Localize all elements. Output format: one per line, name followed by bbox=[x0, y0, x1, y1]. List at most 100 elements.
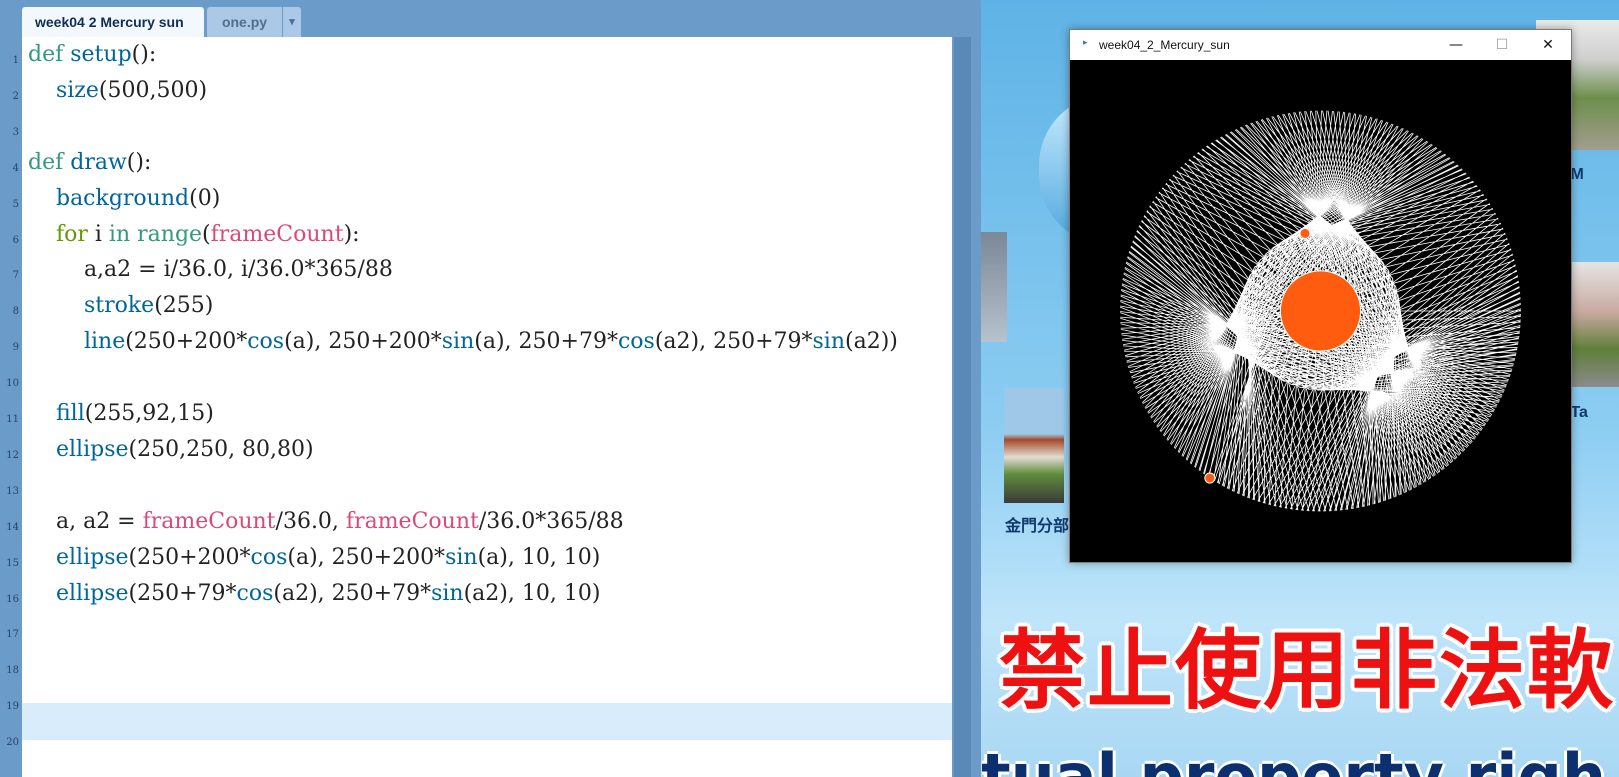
tab-one-py[interactable]: one.py bbox=[207, 7, 282, 37]
line-number: 19 bbox=[6, 701, 19, 713]
line-number: 5 bbox=[12, 198, 19, 210]
line-number: 6 bbox=[12, 234, 19, 246]
earth-dot bbox=[1204, 472, 1216, 484]
code-line[interactable]: ellipse(250,250, 80,80) bbox=[28, 437, 314, 463]
code-token: background bbox=[55, 185, 190, 211]
warning-banner-line2: tual property righ bbox=[981, 740, 1606, 777]
code-token: (250,250, 80,80) bbox=[128, 436, 314, 462]
warning-banner: 禁止使用非法軟 bbox=[999, 621, 1615, 721]
code-token: (a), 250+200* bbox=[284, 329, 442, 355]
code-token: /36.0, bbox=[275, 508, 346, 534]
current-line-highlight bbox=[22, 703, 952, 740]
sun-circle bbox=[1279, 270, 1362, 352]
line-number: 16 bbox=[6, 593, 19, 605]
code-token: a,a2 = i/36.0, i/36.0*365/88 bbox=[28, 257, 393, 283]
tab-week04-mercury-sun[interactable]: week04 2 Mercury sun bbox=[22, 7, 204, 37]
code-token: (250+200* bbox=[128, 544, 251, 570]
line-number: 13 bbox=[6, 485, 19, 497]
code-line[interactable]: ellipse(250+79*cos(a2), 250+79*sin(a2), … bbox=[28, 581, 600, 607]
code-line[interactable]: a,a2 = i/36.0, i/36.0*365/88 bbox=[28, 257, 393, 283]
code-token: (a2), 250+79* bbox=[273, 580, 432, 606]
code-token: cos bbox=[236, 580, 274, 606]
code-line[interactable]: def draw(): bbox=[28, 150, 151, 176]
line-number: 2 bbox=[12, 90, 19, 102]
code-line[interactable]: def setup(): bbox=[28, 42, 156, 68]
code-token: size bbox=[55, 77, 99, 103]
code-line[interactable]: line(250+200*cos(a), 250+200*sin(a), 250… bbox=[28, 329, 898, 355]
code-editor: week04 2 Mercury sun one.py ▾ 1234567891… bbox=[0, 0, 981, 777]
code-token: (): bbox=[131, 42, 157, 67]
line-number: 15 bbox=[6, 557, 19, 569]
chevron-down-icon[interactable]: ▾ bbox=[283, 7, 301, 37]
campus-photo-jinmen bbox=[1004, 388, 1064, 503]
vertical-scrollbar[interactable] bbox=[952, 37, 981, 777]
code-token: sin bbox=[445, 544, 478, 570]
mercury-dot bbox=[1299, 227, 1311, 239]
code-line[interactable]: stroke(255) bbox=[28, 293, 213, 319]
code-token: ( bbox=[202, 221, 211, 247]
code-line[interactable]: size(500,500) bbox=[28, 78, 207, 104]
code-token: line bbox=[83, 329, 126, 355]
code-token: (): bbox=[126, 149, 152, 175]
code-token: range bbox=[137, 221, 203, 247]
maximize-icon[interactable]: ☐ bbox=[1479, 30, 1525, 60]
line-number: 11 bbox=[6, 414, 19, 425]
code-token: /36.0*365/88 bbox=[478, 508, 624, 534]
code-token: ellipse bbox=[55, 544, 129, 570]
line-number: 9 bbox=[12, 342, 19, 354]
code-token: (a), 250+200* bbox=[287, 544, 446, 570]
code-token: ): bbox=[343, 221, 360, 247]
code-token: (a2), 10, 10) bbox=[463, 580, 601, 606]
code-token: ellipse bbox=[55, 580, 129, 606]
code-token: (250+200* bbox=[125, 329, 248, 355]
code-area[interactable]: def setup(): size(500,500) def draw(): ba… bbox=[22, 37, 952, 777]
code-token: (a), 10, 10) bbox=[477, 544, 601, 570]
code-token: (500,500) bbox=[98, 77, 208, 103]
scrollbar-thumb[interactable] bbox=[954, 37, 971, 777]
code-token: def bbox=[28, 42, 71, 67]
code-line[interactable]: for i in range(frameCount): bbox=[28, 222, 360, 248]
line-number: 17 bbox=[6, 629, 19, 641]
close-icon[interactable]: ✕ bbox=[1525, 30, 1571, 60]
sketch-window: ▸ week04_2_Mercury_sun — ☐ ✕ bbox=[1069, 29, 1572, 563]
code-token: (a2), 250+79* bbox=[654, 329, 813, 355]
code-token: i bbox=[87, 221, 109, 247]
code-token: cos bbox=[250, 544, 288, 570]
line-number: 18 bbox=[6, 665, 19, 677]
line-number-gutter: 1 2 3 4 5 6 7 8 9 10 11 12 13 14 15 16 17 18 19 20 bbox=[0, 37, 22, 777]
code-line[interactable]: background(0) bbox=[28, 186, 220, 212]
line-number: 12 bbox=[6, 449, 19, 461]
line-number: 20 bbox=[6, 737, 19, 749]
code-token: cos bbox=[617, 329, 655, 355]
code-token: draw bbox=[70, 149, 127, 175]
code-token: frameCount bbox=[142, 508, 276, 534]
app-icon: ▸ bbox=[1083, 37, 1088, 47]
code-line[interactable]: fill(255,92,15) bbox=[28, 401, 214, 427]
code-token: sin bbox=[812, 329, 846, 355]
code-token: sin bbox=[441, 329, 475, 355]
minimize-icon[interactable]: — bbox=[1433, 30, 1479, 60]
code-token: (0) bbox=[189, 185, 221, 211]
campus-label-jinmen[interactable]: 金門分部 bbox=[1005, 512, 1069, 536]
sketch-canvas[interactable] bbox=[1070, 60, 1571, 562]
code-token: for bbox=[55, 221, 88, 247]
code-token: def bbox=[28, 149, 71, 175]
code-token: frameCount bbox=[210, 221, 344, 247]
code-token: frameCount bbox=[345, 508, 479, 534]
code-token: a, a2 = bbox=[28, 508, 143, 534]
code-token: cos bbox=[247, 329, 285, 355]
window-titlebar[interactable]: ▸ week04_2_Mercury_sun — ☐ ✕ bbox=[1070, 30, 1571, 60]
code-token: fill bbox=[55, 401, 85, 426]
line-number: 7 bbox=[12, 270, 19, 282]
code-token: (a2)) bbox=[845, 329, 898, 355]
code-token: setup bbox=[70, 42, 132, 67]
code-line[interactable]: ellipse(250+200*cos(a), 250+200*sin(a), … bbox=[28, 545, 600, 571]
code-line[interactable]: a, a2 = frameCount/36.0, frameCount/36.0… bbox=[28, 509, 624, 535]
